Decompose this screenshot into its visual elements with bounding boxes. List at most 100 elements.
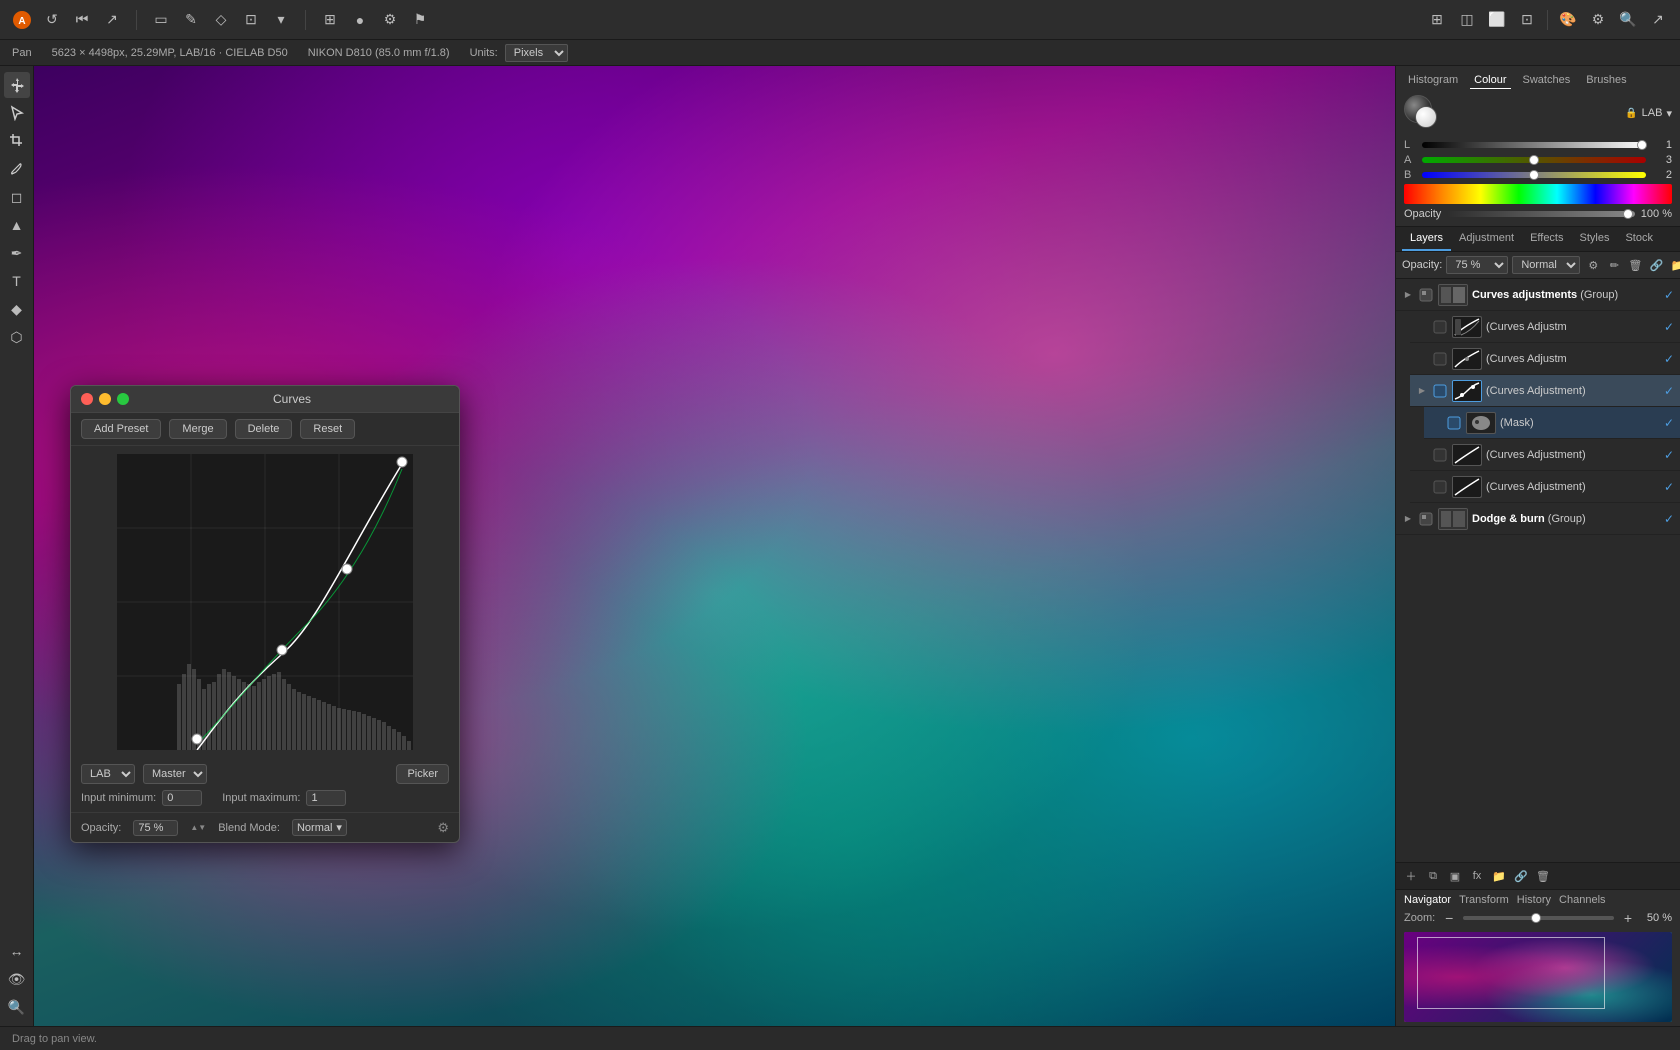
layer-expand-active[interactable]: ▶ <box>1416 385 1428 397</box>
shape-tool[interactable]: ◇ <box>207 6 235 34</box>
layer-item-dodge-group[interactable]: ▶ Dodge & burn (Group) ✓ <box>1396 503 1680 535</box>
grid-tool[interactable]: ⊞ <box>316 6 344 34</box>
view-mode[interactable]: 👁 <box>4 966 30 992</box>
dialog-close-btn[interactable] <box>81 393 93 405</box>
layer-expand-dodge[interactable]: ▶ <box>1402 513 1414 525</box>
link-layer-btn[interactable]: 🔗 <box>1647 256 1665 274</box>
layer-del-btn[interactable]: 🗑 <box>1534 867 1552 885</box>
curves-master-select[interactable]: Master Red Green Blue <box>143 764 207 784</box>
refresh-button[interactable]: ↺ <box>38 6 66 34</box>
view-icon-4[interactable]: ⊡ <box>1513 6 1541 34</box>
layer-vis-5[interactable] <box>1432 479 1448 495</box>
input-minimum-input[interactable] <box>162 790 202 806</box>
folder-layer-btn[interactable]: 📁 <box>1668 256 1680 274</box>
units-select[interactable]: Pixels Inches cm <box>505 44 568 62</box>
layer-item-curves-group[interactable]: ▶ Curves adjustments (Group) ✓ <box>1396 279 1680 311</box>
reset-button[interactable]: Reset <box>300 419 355 439</box>
type-tool[interactable]: T <box>4 268 30 294</box>
opacity-input[interactable] <box>133 820 178 836</box>
settings-layer-btn[interactable]: ✏ <box>1605 256 1623 274</box>
move-tool[interactable] <box>4 72 30 98</box>
layer-vis-4[interactable] <box>1432 447 1448 463</box>
curves-channel-select[interactable]: LAB RGB <box>81 764 135 784</box>
shape-tool-left[interactable]: ◆ <box>4 296 30 322</box>
nav-icon[interactable]: ↗ <box>1644 6 1672 34</box>
opacity-slider[interactable] <box>1447 211 1635 217</box>
tab-transform[interactable]: Transform <box>1459 894 1509 906</box>
view-icon-3[interactable]: ⬜ <box>1483 6 1511 34</box>
select-tool[interactable] <box>4 100 30 126</box>
layer-duplicate-btn[interactable]: ⧉ <box>1424 867 1442 885</box>
foreground-color-swatch[interactable] <box>1404 95 1440 131</box>
delete-layer-btn[interactable]: 🗑 <box>1626 256 1644 274</box>
layer-item-curves-1[interactable]: (Curves Adjustm ✓ <box>1410 311 1680 343</box>
share-button[interactable]: ↗ <box>98 6 126 34</box>
tab-channels[interactable]: Channels <box>1559 894 1605 906</box>
add-preset-button[interactable]: Add Preset <box>81 419 161 439</box>
tab-adjustment[interactable]: Adjustment <box>1451 227 1522 251</box>
channel-b-slider[interactable] <box>1422 172 1646 178</box>
channel-a-slider[interactable] <box>1422 157 1646 163</box>
zoom-tool[interactable]: 🔍 <box>4 994 30 1020</box>
layer-item-curves-2[interactable]: (Curves Adjustm ✓ <box>1410 343 1680 375</box>
layer-expand-icon[interactable]: ▶ <box>1402 289 1414 301</box>
zoom-in-btn[interactable]: + <box>1620 910 1636 926</box>
input-maximum-input[interactable] <box>306 790 346 806</box>
settings-icon-btn[interactable]: ⚙ <box>1584 6 1612 34</box>
tab-brushes[interactable]: Brushes <box>1582 72 1630 89</box>
blend-mode-value[interactable]: Normal ▾ <box>292 819 347 836</box>
layer-item-mask[interactable]: (Mask) ✓ <box>1424 407 1680 439</box>
zoom-slider[interactable] <box>1463 916 1614 920</box>
zoom-out-btn[interactable]: − <box>1441 910 1457 926</box>
tab-colour[interactable]: Colour <box>1470 72 1510 89</box>
dropdown-tool[interactable]: ▾ <box>267 6 295 34</box>
merge-button[interactable]: Merge <box>169 419 226 439</box>
zoom-icon-btn[interactable]: 🔍 <box>1614 6 1642 34</box>
fill-tool[interactable]: ▲ <box>4 212 30 238</box>
delete-button[interactable]: Delete <box>235 419 293 439</box>
layer-visibility-icon[interactable] <box>1418 287 1434 303</box>
blend-mode-select[interactable]: Normal Multiply Screen <box>1512 256 1580 274</box>
layer-item-curves-4[interactable]: (Curves Adjustment) ✓ <box>1410 439 1680 471</box>
curves-picker-button[interactable]: Picker <box>396 764 449 784</box>
layer-vis-mask[interactable] <box>1446 415 1462 431</box>
tab-navigator[interactable]: Navigator <box>1404 894 1451 906</box>
crop-tool-btn[interactable]: ⊡ <box>237 6 265 34</box>
view-icon-2[interactable]: ◫ <box>1453 6 1481 34</box>
brush-tool-btn[interactable]: ● <box>346 6 374 34</box>
layer-vis-3[interactable] <box>1432 351 1448 367</box>
tab-effects[interactable]: Effects <box>1522 227 1571 251</box>
more-tool[interactable]: ⚙ <box>376 6 404 34</box>
back-button[interactable]: ⏮ <box>68 6 96 34</box>
dialog-maximize-btn[interactable] <box>117 393 129 405</box>
curves-settings-icon[interactable]: ⚙ <box>437 820 449 836</box>
layer-vis-active[interactable] <box>1432 383 1448 399</box>
layer-mask-btn[interactable]: ▣ <box>1446 867 1464 885</box>
layer-add-btn[interactable]: ＋ <box>1402 867 1420 885</box>
rect-tool[interactable]: ▭ <box>147 6 175 34</box>
nav-preview[interactable] <box>1404 932 1672 1022</box>
layer-vis-2[interactable] <box>1432 319 1448 335</box>
tab-history[interactable]: History <box>1517 894 1551 906</box>
app-icon[interactable]: A <box>8 6 36 34</box>
layers-opacity-select[interactable]: 75 % 100 % 50 % <box>1446 256 1508 274</box>
layer-vis-dodge[interactable] <box>1418 511 1434 527</box>
pen-tool-left[interactable]: ✒ <box>4 240 30 266</box>
pen-tool[interactable]: ✎ <box>177 6 205 34</box>
channel-l-slider[interactable] <box>1422 142 1646 148</box>
view-icon-1[interactable]: ⊞ <box>1423 6 1451 34</box>
eraser-tool[interactable]: ◻ <box>4 184 30 210</box>
layer-item-curves-active[interactable]: ▶ (Curves Adjustment) ✓ <box>1410 375 1680 407</box>
transform-tool[interactable]: ↔ <box>4 938 30 964</box>
filter-tool[interactable]: ⬡ <box>4 324 30 350</box>
tab-stock[interactable]: Stock <box>1617 227 1661 251</box>
flag-tool[interactable]: ⚑ <box>406 6 434 34</box>
layer-item-curves-5[interactable]: (Curves Adjustment) ✓ <box>1410 471 1680 503</box>
tab-histogram[interactable]: Histogram <box>1404 72 1462 89</box>
colour-gradient-bar[interactable] <box>1404 184 1672 204</box>
layer-link-btn2[interactable]: 🔗 <box>1512 867 1530 885</box>
tab-styles[interactable]: Styles <box>1572 227 1618 251</box>
layer-fx-btn[interactable]: fx <box>1468 867 1486 885</box>
crop-tool[interactable] <box>4 128 30 154</box>
layer-folder-btn2[interactable]: 📁 <box>1490 867 1508 885</box>
